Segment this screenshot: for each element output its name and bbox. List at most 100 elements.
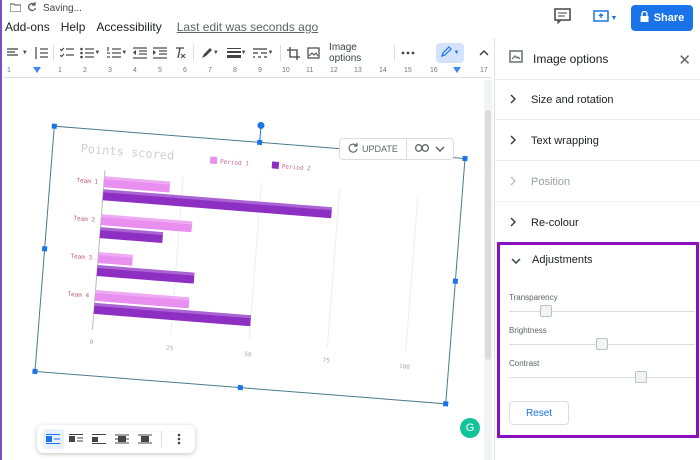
folder-icon[interactable] [9, 3, 22, 15]
ruler-tick: 17 [480, 67, 488, 74]
format-toolbar: ▼ ▼ ▼ ▼ ▼ ▼ Image options ▼ [4, 40, 494, 66]
crop-icon[interactable] [284, 42, 304, 64]
ruler-tick: 3 [108, 67, 112, 74]
section-re-colour[interactable]: Re-colour [495, 203, 700, 243]
section-size-and-rotation[interactable]: Size and rotation [495, 80, 700, 120]
adjustments-title: Adjustments [532, 254, 593, 266]
border-weight-icon[interactable]: ▼ [223, 42, 250, 64]
break-text-icon[interactable] [89, 429, 110, 449]
resize-handle[interactable] [237, 384, 244, 391]
chevron-right-icon [495, 175, 531, 189]
line-spacing-icon[interactable] [31, 42, 51, 64]
more-options-icon[interactable] [398, 42, 418, 64]
ruler-tick: 14 [379, 67, 387, 74]
top-bar: Saving... Add-ons Help Accessibility Las… [2, 0, 700, 38]
ruler-tick: 13 [354, 67, 362, 74]
border-dash-icon[interactable]: ▼ [250, 42, 277, 64]
ruler-tick: 8 [233, 67, 237, 74]
transparency-label: Transparency [509, 293, 558, 302]
resize-handle[interactable] [32, 368, 38, 375]
section-label: Size and rotation [531, 93, 614, 106]
ruler-tick: 5 [158, 67, 162, 74]
refresh-icon [348, 143, 358, 155]
chevron-right-icon [495, 93, 531, 107]
indent-marker-icon[interactable] [33, 67, 41, 73]
behind-text-icon[interactable] [112, 429, 133, 449]
menu-help[interactable]: Help [61, 20, 86, 34]
present-button[interactable]: ▼ [588, 6, 622, 30]
image-wrap-toolbar [37, 425, 195, 453]
grammarly-icon[interactable]: G [460, 418, 480, 438]
transparency-slider-thumb[interactable] [540, 305, 553, 317]
resize-handle[interactable] [443, 401, 449, 407]
close-icon[interactable]: ✕ [678, 51, 691, 69]
adjustments-header[interactable]: Adjustments [500, 253, 593, 267]
border-color-icon[interactable]: ▼ [196, 42, 223, 64]
collapse-toolbar-icon[interactable] [474, 42, 494, 64]
contrast-slider-thumb[interactable] [635, 371, 648, 383]
bulleted-list-icon[interactable]: ▼ [77, 42, 104, 64]
section-text-wrapping[interactable]: Text wrapping [495, 121, 700, 161]
divider [192, 45, 194, 61]
present-icon [592, 9, 609, 27]
divider [279, 45, 281, 61]
menu-accessibility[interactable]: Accessibility [96, 20, 161, 34]
link-icon [414, 144, 429, 154]
update-label: UPDATE [362, 144, 398, 154]
horizontal-ruler[interactable]: 1 1 2 3 4 5 6 7 8 9 10 11 12 13 14 15 16… [4, 66, 492, 78]
align-left-icon[interactable]: ▼ [4, 42, 31, 64]
image-options-button[interactable]: Image options [323, 42, 391, 64]
decrease-indent-icon[interactable] [131, 42, 151, 64]
rotate-handle[interactable] [257, 121, 265, 130]
x-tick-label: 100 [399, 363, 411, 371]
image-icon [509, 49, 523, 68]
panel-title: Image options [533, 51, 609, 66]
editing-mode-button[interactable]: ▼ [435, 43, 465, 63]
section-label: Re-colour [531, 216, 579, 229]
chevron-down-icon: ▼ [610, 14, 618, 22]
resize-handle[interactable] [452, 278, 459, 284]
more-vert-icon[interactable] [168, 429, 189, 449]
app-window: Saving... Add-ons Help Accessibility Las… [0, 0, 700, 460]
image-action-bar: UPDATE [339, 138, 454, 160]
lock-icon [640, 10, 649, 25]
chart-image[interactable]: Points scored Period 1Period 2 025507510… [2, 80, 492, 460]
share-button[interactable]: Share [631, 5, 693, 31]
numbered-list-icon[interactable]: ▼ [104, 42, 131, 64]
section-label: Position [531, 175, 571, 188]
x-tick-label: 50 [244, 351, 252, 359]
legend-swatch [209, 156, 218, 165]
last-edit-link[interactable]: Last edit was seconds ago [177, 20, 318, 34]
ruler-tick: 11 [306, 67, 314, 74]
inline-wrap-icon[interactable] [43, 429, 64, 449]
resize-handle[interactable] [51, 123, 57, 129]
resize-handle[interactable] [462, 155, 468, 162]
ruler-tick: 6 [183, 67, 187, 74]
transparency-slider[interactable] [509, 311, 695, 312]
menu-add-ons[interactable]: Add-ons [5, 20, 50, 34]
replace-image-icon[interactable] [303, 42, 323, 64]
ruler-tick: 10 [282, 67, 290, 74]
contrast-slider[interactable] [509, 377, 695, 378]
checklist-icon[interactable] [57, 42, 77, 64]
chevron-right-icon [495, 134, 531, 148]
divider [53, 45, 55, 61]
link-options-button[interactable] [407, 139, 453, 159]
in-front-of-text-icon[interactable] [134, 429, 155, 449]
ruler-tick: 15 [404, 67, 412, 74]
reset-button[interactable]: Reset [509, 401, 569, 425]
x-tick-label: 75 [322, 357, 330, 365]
ruler-tick: 7 [208, 67, 212, 74]
clear-formatting-icon[interactable] [170, 42, 190, 64]
section-position: Position [495, 162, 700, 202]
comment-history-icon[interactable] [554, 8, 572, 25]
increase-indent-icon[interactable] [150, 42, 170, 64]
wrap-text-icon[interactable] [66, 429, 87, 449]
panel-header: Image options ✕ [495, 38, 700, 80]
adjustments-section: Adjustments Transparency Brightness Cont… [497, 242, 699, 438]
brightness-slider-thumb[interactable] [596, 338, 608, 350]
update-button[interactable]: UPDATE [340, 139, 407, 159]
chevron-right-icon [495, 216, 531, 230]
right-indent-marker-icon[interactable] [453, 67, 461, 73]
resize-handle[interactable] [41, 246, 48, 252]
